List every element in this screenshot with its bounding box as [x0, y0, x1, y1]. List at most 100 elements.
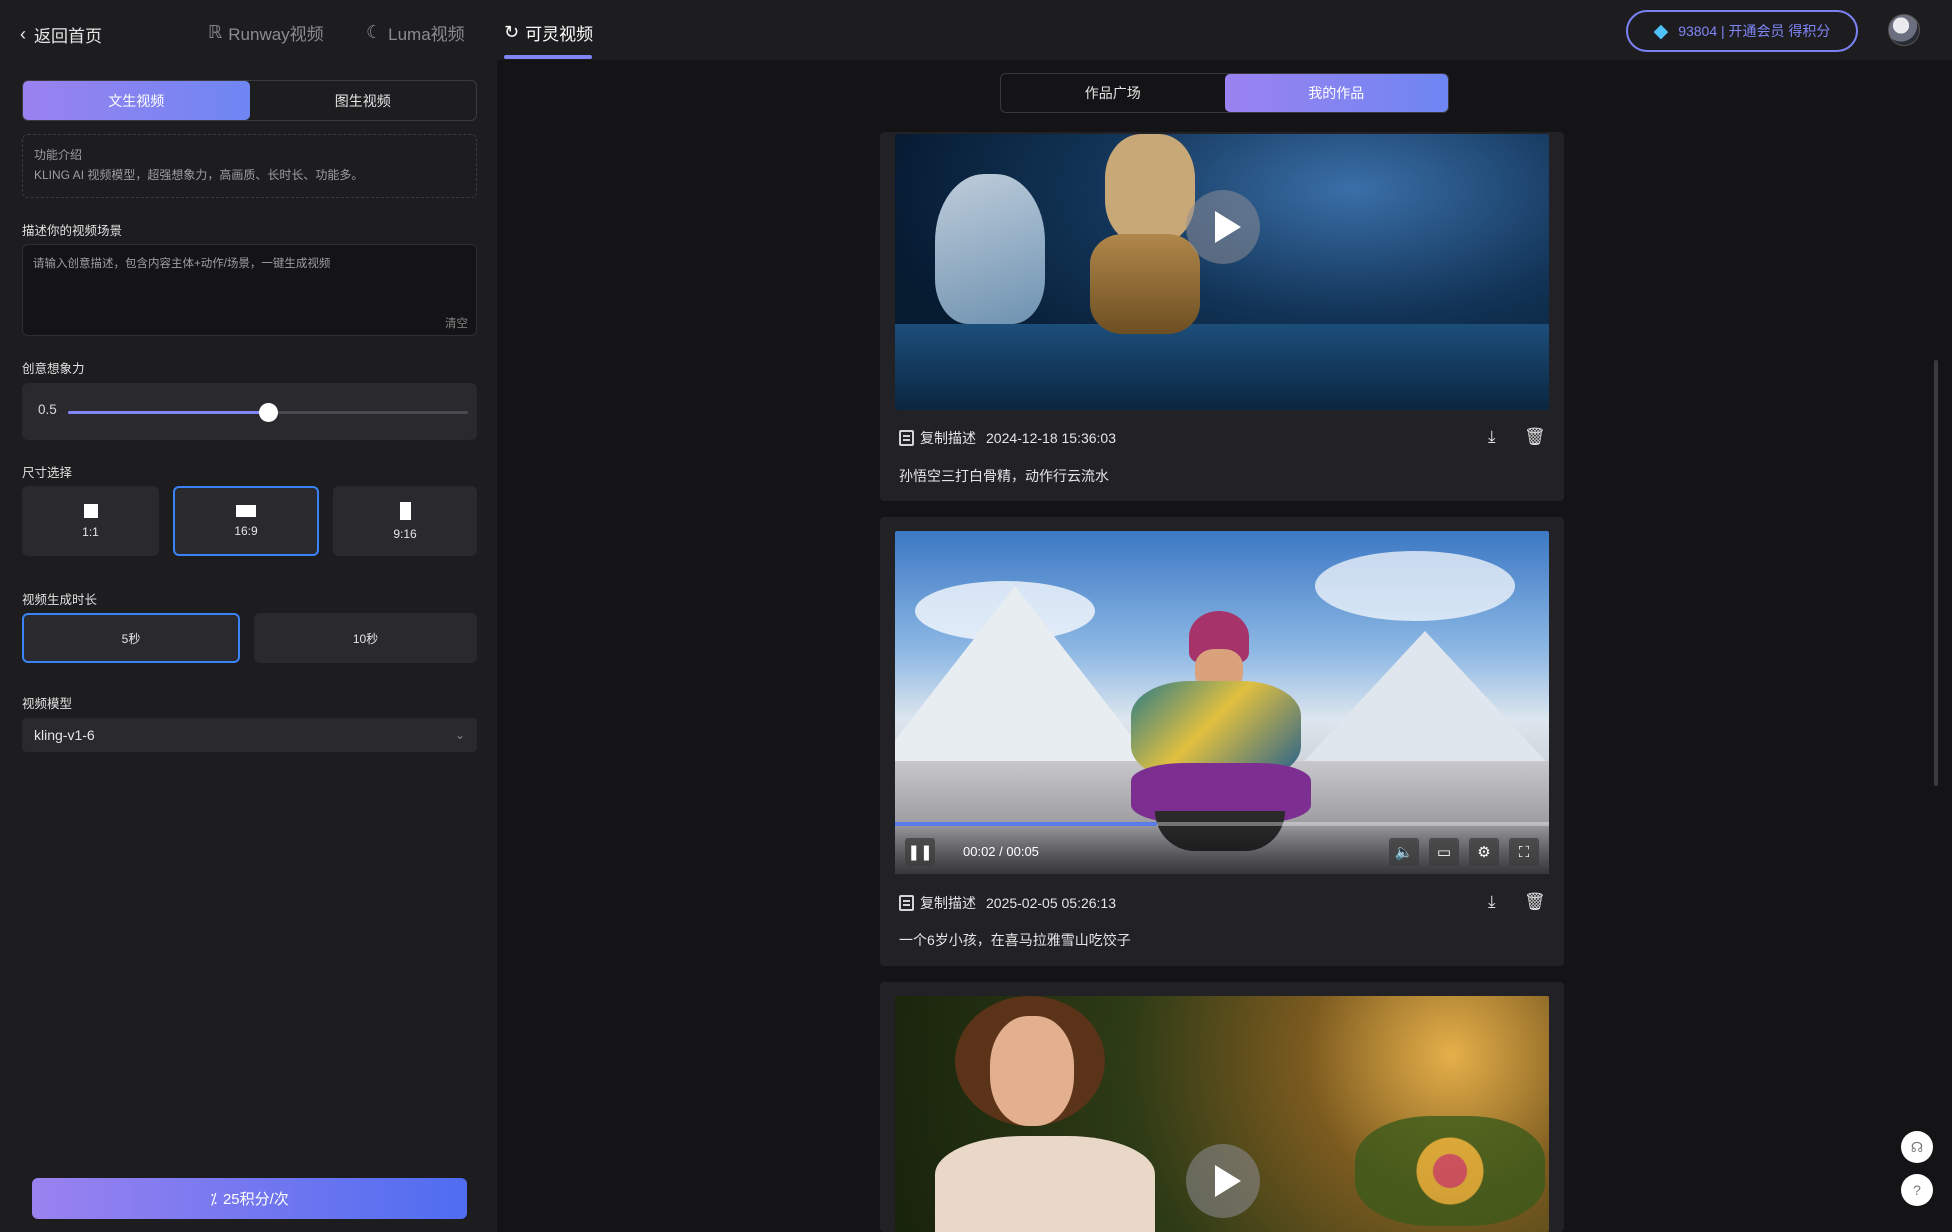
slider-fill: [68, 411, 268, 414]
customer-service-icon[interactable]: ☊: [1901, 1131, 1933, 1163]
magic-wand-icon: ⁒: [210, 1190, 217, 1208]
sidebar: 文生视频 图生视频 功能介绍 KLING AI 视频模型，超强想象力，高画质、长…: [0, 60, 497, 1232]
volume-icon[interactable]: 🔈: [1389, 838, 1419, 866]
prompt-label: 描述你的视频场景: [22, 224, 123, 238]
luma-icon: ☾: [366, 22, 383, 42]
monkey-figure-shape: [1105, 134, 1195, 244]
video-progress-bar[interactable]: [895, 822, 1549, 826]
settings-icon[interactable]: ⚙: [1469, 838, 1499, 866]
works-tabs: 作品广场 我的作品: [1000, 73, 1449, 113]
tab-my-works[interactable]: 我的作品: [1224, 74, 1448, 112]
size-option-label: 16:9: [234, 523, 258, 538]
back-home-link[interactable]: ‹ 返回首页: [20, 22, 102, 47]
monkey-body-shape: [1090, 234, 1200, 334]
fullscreen-icon[interactable]: ⛶: [1509, 838, 1539, 866]
cloud-shape: [1315, 551, 1515, 621]
square-icon: [83, 503, 98, 518]
copy-description-button[interactable]: 复制描述: [899, 428, 976, 448]
download-icon[interactable]: ⤓: [1488, 427, 1496, 447]
model-label: 视频模型: [22, 697, 73, 711]
copy-description-label: 复制描述: [920, 895, 976, 911]
trash-icon[interactable]: 🗑: [1524, 427, 1546, 447]
slider-thumb[interactable]: [259, 403, 278, 422]
intro-text: KLING AI 视频模型，超强想象力，高画质、长时长、功能多。: [34, 168, 364, 182]
points-text: 93804 | 开通会员 得积分: [1678, 23, 1831, 39]
generate-button[interactable]: ⁒ 25积分/次: [32, 1178, 467, 1219]
top-bar: ‹ 返回首页 ℝ Runway视频 ☾ Luma视频 ↻ 可灵视频 ◆ 9380…: [0, 0, 1952, 60]
work-description: 一个6岁小孩，在喜马拉雅雪山吃饺子: [899, 932, 1131, 948]
creativity-value: 0.5: [38, 402, 57, 417]
work-date: 2025-02-05 05:26:13: [986, 895, 1116, 911]
video-player[interactable]: ❚❚ 00:02 / 00:05 🔈 ▭ ⚙ ⛶: [895, 531, 1549, 874]
back-home-label: 返回首页: [34, 27, 102, 46]
kling-icon: ↻: [504, 22, 520, 42]
diamond-icon: ◆: [1653, 20, 1669, 42]
tab-runway-label: Runway视频: [228, 25, 324, 44]
feature-intro: 功能介绍 KLING AI 视频模型，超强想象力，高画质、长时长、功能多。: [22, 134, 477, 198]
theater-mode-icon[interactable]: ▭: [1429, 838, 1459, 866]
creativity-label: 创意想象力: [22, 362, 85, 376]
tab-image-to-video[interactable]: 图生视频: [250, 81, 477, 120]
video-controls: ❚❚ 00:02 / 00:05 🔈 ▭ ⚙ ⛶: [895, 822, 1549, 874]
pause-icon[interactable]: ❚❚: [905, 838, 935, 866]
tab-kling-label: 可灵视频: [525, 25, 594, 44]
generate-label: 25积分/次: [222, 1191, 289, 1208]
size-option-9-16[interactable]: 9:16: [333, 486, 477, 556]
flowers-shape: [1355, 1116, 1545, 1226]
white-figure-shape: [935, 174, 1045, 324]
creativity-slider[interactable]: [68, 403, 468, 422]
trash-icon[interactable]: 🗑: [1524, 892, 1546, 912]
face-shape: [990, 1016, 1074, 1126]
mountain-shape: [895, 586, 1155, 766]
copy-description-label: 复制描述: [920, 430, 976, 446]
tab-luma-video[interactable]: ☾ Luma视频: [366, 20, 465, 45]
work-card: 复制描述 2024-12-18 15:36:03 ⤓ 🗑 孙悟空三打白骨精，动作…: [880, 132, 1564, 501]
points-membership-button[interactable]: ◆ 93804 | 开通会员 得积分: [1626, 10, 1858, 52]
work-date: 2024-12-18 15:36:03: [986, 430, 1116, 446]
work-card: ❚❚ 00:02 / 00:05 🔈 ▭ ⚙ ⛶ 复制描述 2025-02-05…: [880, 517, 1564, 966]
landscape-icon: [236, 504, 256, 517]
video-time: 00:02 / 00:05: [963, 844, 1039, 859]
chevron-left-icon: ‹: [20, 24, 26, 44]
active-tab-indicator: [504, 55, 592, 59]
video-thumbnail[interactable]: [895, 134, 1549, 410]
download-icon[interactable]: ⤓: [1488, 892, 1496, 912]
tab-works-square[interactable]: 作品广场: [1001, 74, 1225, 112]
work-meta: 复制描述 2025-02-05 05:26:13: [899, 893, 1116, 913]
size-label: 尺寸选择: [22, 466, 73, 480]
prompt-textarea[interactable]: 请输入创意描述，包含内容主体+动作/场景，一键生成视频 清空: [22, 244, 477, 336]
scrollbar[interactable]: [1934, 360, 1938, 786]
play-icon[interactable]: [1186, 1144, 1260, 1218]
work-description: 孙悟空三打白骨精，动作行云流水: [899, 468, 1109, 484]
tab-text-to-video[interactable]: 文生视频: [23, 81, 250, 120]
ground-shape: [895, 324, 1549, 410]
size-option-16-9[interactable]: 16:9: [173, 486, 319, 556]
portrait-icon: [399, 501, 411, 520]
video-progress-fill: [895, 822, 1157, 826]
tab-runway-video[interactable]: ℝ Runway视频: [208, 20, 324, 45]
duration-5s-button[interactable]: 5秒: [22, 613, 240, 663]
model-value: kling-v1-6: [34, 727, 95, 743]
size-option-label: 1:1: [82, 524, 99, 539]
play-icon[interactable]: [1186, 190, 1260, 264]
tab-luma-label: Luma视频: [388, 25, 465, 44]
duration-10s-button[interactable]: 10秒: [254, 613, 477, 663]
runway-icon: ℝ: [208, 22, 223, 42]
copy-description-button[interactable]: 复制描述: [899, 893, 976, 913]
duration-label: 视频生成时长: [22, 593, 98, 607]
tab-kling-video[interactable]: ↻ 可灵视频: [504, 20, 593, 45]
size-option-label: 9:16: [393, 526, 417, 541]
intro-title: 功能介绍: [34, 148, 83, 162]
mountain-shape: [1295, 631, 1549, 771]
document-icon: [899, 430, 914, 446]
prompt-placeholder: 请输入创意描述，包含内容主体+动作/场景，一键生成视频: [33, 258, 331, 270]
work-card: [880, 982, 1564, 1232]
help-icon[interactable]: ?: [1901, 1174, 1933, 1206]
video-thumbnail[interactable]: [895, 996, 1549, 1232]
avatar[interactable]: [1888, 14, 1920, 46]
chevron-down-icon: ⌄: [454, 728, 465, 742]
model-select[interactable]: kling-v1-6 ⌄: [22, 718, 477, 752]
size-option-1-1[interactable]: 1:1: [22, 486, 159, 556]
mode-tabs: 文生视频 图生视频: [22, 80, 477, 121]
clear-button[interactable]: 清空: [445, 315, 468, 331]
